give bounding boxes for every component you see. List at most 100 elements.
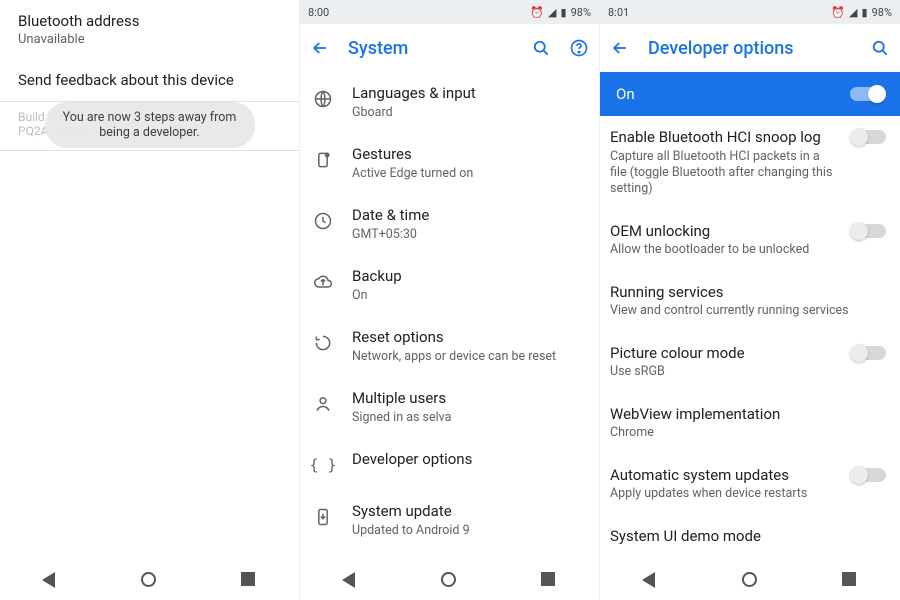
row-title: System UI demo mode xyxy=(610,527,886,546)
row-sub: Network, apps or device can be reset xyxy=(352,349,585,365)
user-icon xyxy=(310,391,336,417)
bt-addr-sub: Unavailable xyxy=(18,32,281,47)
row-title: Enable Bluetooth HCI snoop log xyxy=(610,128,836,147)
row-title: Backup xyxy=(352,267,585,286)
bluetooth-address-row[interactable]: Bluetooth address Unavailable xyxy=(0,0,299,59)
row-sub: GMT+05:30 xyxy=(352,227,585,243)
back-nav-icon[interactable] xyxy=(642,572,658,588)
reset-icon xyxy=(310,330,336,356)
back-nav-icon[interactable] xyxy=(342,572,358,588)
system-settings-panel: 8:00 ⏰ ◢ ▮ 98% System Languages & input G… xyxy=(300,0,600,600)
languages-row[interactable]: Languages & input Gboard xyxy=(300,72,599,133)
battery-percent: 98% xyxy=(872,6,892,19)
help-icon[interactable] xyxy=(569,38,589,58)
battery-icon: ▮ xyxy=(561,6,567,19)
autoupdate-switch[interactable] xyxy=(852,468,886,482)
users-row[interactable]: Multiple usersSigned in as selva xyxy=(300,377,599,438)
status-bar: 8:01 ⏰ ◢ ▮ 98% xyxy=(600,0,900,24)
row-sub: On xyxy=(352,288,585,304)
back-icon[interactable] xyxy=(610,38,630,58)
hci-snoop-row[interactable]: Enable Bluetooth HCI snoop log Capture al… xyxy=(600,116,900,210)
reset-row[interactable]: Reset options Network, apps or device can… xyxy=(300,316,599,377)
row-title: Reset options xyxy=(352,328,585,347)
battery-percent: 98% xyxy=(571,6,591,19)
row-title: Multiple users xyxy=(352,389,585,408)
row-sub: Allow the bootloader to be unlocked xyxy=(610,242,836,258)
on-label: On xyxy=(616,85,850,103)
divider xyxy=(0,150,299,151)
row-sub: Gboard xyxy=(352,105,585,121)
app-header: Developer options xyxy=(600,24,900,72)
clock-icon xyxy=(310,208,336,234)
battery-icon: ▮ xyxy=(862,6,868,19)
search-icon[interactable] xyxy=(531,38,551,58)
developer-options-panel: 8:01 ⏰ ◢ ▮ 98% Developer options On Enab… xyxy=(600,0,900,600)
row-title: WebView implementation xyxy=(610,405,886,424)
row-sub: Chrome xyxy=(610,425,886,441)
row-title: Date & time xyxy=(352,206,585,225)
row-title: Automatic system updates xyxy=(610,466,836,485)
row-title: Developer options xyxy=(352,450,585,469)
recents-nav-icon[interactable] xyxy=(541,572,557,588)
status-time: 8:01 xyxy=(608,6,629,19)
row-sub: View and control currently running servi… xyxy=(610,303,886,319)
master-switch[interactable] xyxy=(850,87,884,101)
signal-icon: ◢ xyxy=(849,6,857,19)
row-sub: Apply updates when device restarts xyxy=(610,486,836,502)
gestures-row[interactable]: GesturesActive Edge turned on xyxy=(300,133,599,194)
home-nav-icon[interactable] xyxy=(742,572,758,588)
alarm-icon: ⏰ xyxy=(530,6,544,19)
send-feedback-row[interactable]: Send feedback about this device xyxy=(0,59,299,101)
auto-update-row[interactable]: Automatic system updatesApply updates wh… xyxy=(600,454,900,515)
datetime-row[interactable]: Date & time GMT+05:30 xyxy=(300,194,599,255)
hci-switch[interactable] xyxy=(852,130,886,144)
header-title: Developer options xyxy=(648,38,852,59)
back-icon[interactable] xyxy=(310,38,330,58)
status-time: 8:00 xyxy=(308,6,329,19)
search-icon[interactable] xyxy=(870,38,890,58)
system-update-row[interactable]: System update Updated to Android 9 xyxy=(300,490,599,551)
nav-bar xyxy=(300,560,599,600)
back-nav-icon[interactable] xyxy=(42,572,58,588)
colour-switch[interactable] xyxy=(852,346,886,360)
developer-master-toggle[interactable]: On xyxy=(600,72,900,116)
backup-row[interactable]: Backup On xyxy=(300,255,599,316)
home-nav-icon[interactable] xyxy=(141,572,157,588)
row-title: Gestures xyxy=(352,145,585,164)
recents-nav-icon[interactable] xyxy=(842,572,858,588)
webview-row[interactable]: WebView implementationChrome xyxy=(600,393,900,454)
running-services-row[interactable]: Running servicesView and control current… xyxy=(600,271,900,332)
developer-toast: You are now 3 steps away from being a de… xyxy=(45,102,255,148)
alarm-icon: ⏰ xyxy=(831,6,845,19)
nav-bar xyxy=(0,560,299,600)
app-header: System xyxy=(300,24,599,72)
globe-icon xyxy=(310,86,336,112)
status-bar: 8:00 ⏰ ◢ ▮ 98% xyxy=(300,0,599,24)
developer-list: Enable Bluetooth HCI snoop log Capture al… xyxy=(600,116,900,560)
header-title: System xyxy=(348,38,513,59)
oem-switch[interactable] xyxy=(852,224,886,238)
demo-mode-row[interactable]: System UI demo mode xyxy=(600,515,900,558)
nav-bar xyxy=(600,560,900,600)
row-title: OEM unlocking xyxy=(610,222,836,241)
feedback-title: Send feedback about this device xyxy=(18,71,281,89)
home-nav-icon[interactable] xyxy=(441,572,457,588)
recents-nav-icon[interactable] xyxy=(241,572,257,588)
bt-addr-title: Bluetooth address xyxy=(18,12,281,30)
oem-unlock-row[interactable]: OEM unlockingAllow the bootloader to be … xyxy=(600,210,900,271)
row-sub: Use sRGB xyxy=(610,364,836,380)
row-title: Languages & input xyxy=(352,84,585,103)
signal-icon: ◢ xyxy=(548,6,556,19)
about-phone-panel: Bluetooth address Unavailable Send feedb… xyxy=(0,0,300,600)
system-list: Languages & input Gboard GesturesActive E… xyxy=(300,72,599,560)
row-title: Running services xyxy=(610,283,886,302)
braces-icon: { } xyxy=(310,452,336,478)
row-title: System update xyxy=(352,502,585,521)
row-sub: Capture all Bluetooth HCI packets in a f… xyxy=(610,149,836,198)
row-sub: Updated to Android 9 xyxy=(352,523,585,539)
developer-options-row[interactable]: { } Developer options xyxy=(300,438,599,490)
update-icon xyxy=(310,504,336,530)
cloud-upload-icon xyxy=(310,269,336,295)
gestures-icon xyxy=(310,147,336,173)
picture-colour-row[interactable]: Picture colour modeUse sRGB xyxy=(600,332,900,393)
